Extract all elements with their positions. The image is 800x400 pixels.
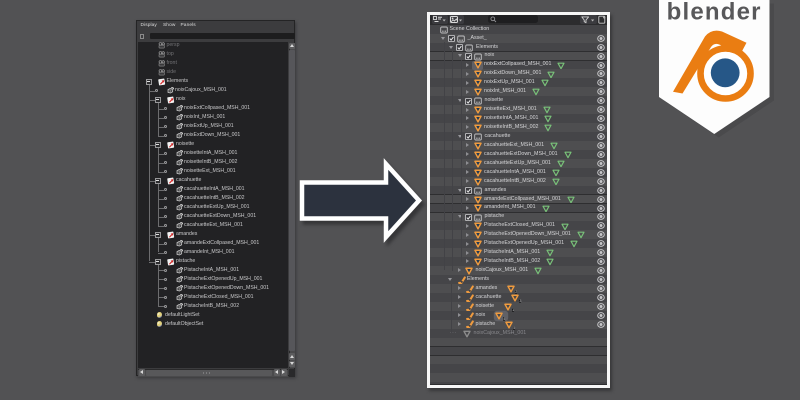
svg-text:blender: blender [666,0,761,26]
